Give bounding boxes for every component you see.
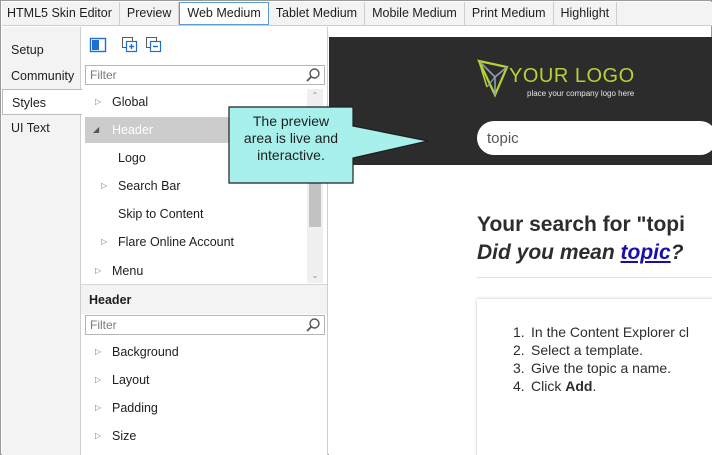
properties-heading: Header xyxy=(81,284,327,314)
tree-item-flare-online-account[interactable]: ▷ Flare Online Account xyxy=(85,229,307,255)
list-item: 1. In the Content Explorer cl xyxy=(513,324,689,340)
collapse-arrow-icon[interactable]: ◢ xyxy=(93,117,99,143)
tab-preview[interactable]: Preview xyxy=(120,2,180,25)
expand-arrow-icon[interactable]: ▷ xyxy=(101,173,107,199)
toggle-panel-icon[interactable] xyxy=(89,36,107,54)
skin-editor-window: HTML5 Skin Editor Preview Web Medium Tab… xyxy=(0,0,712,455)
styles-toolbar xyxy=(81,27,327,63)
preview-search-input[interactable] xyxy=(477,121,697,155)
side-tab-community[interactable]: Community xyxy=(2,63,80,89)
copy-style-icon[interactable] xyxy=(145,36,163,54)
expand-arrow-icon[interactable]: ▷ xyxy=(95,339,101,365)
styles-filter[interactable] xyxy=(85,65,325,85)
side-tab-ui-text[interactable]: UI Text xyxy=(2,115,80,141)
expand-arrow-icon[interactable]: ▷ xyxy=(95,395,101,421)
search-result-card[interactable]: 1. In the Content Explorer cl 2. Select a … xyxy=(477,299,712,455)
side-tab-styles[interactable]: Styles xyxy=(2,89,82,115)
search-icon[interactable] xyxy=(305,67,321,83)
did-you-mean-link[interactable]: topic xyxy=(621,241,671,264)
expand-arrow-icon[interactable]: ▷ xyxy=(95,423,101,449)
tree-item-menu[interactable]: ▷ Menu xyxy=(85,258,307,283)
expand-arrow-icon[interactable]: ▷ xyxy=(95,258,101,283)
list-item: 4. Click Add. xyxy=(513,378,597,394)
scroll-up-icon[interactable]: ⌃ xyxy=(307,89,323,103)
tab-html5-skin-editor[interactable]: HTML5 Skin Editor xyxy=(2,2,120,25)
add-style-icon[interactable] xyxy=(121,36,139,54)
tab-tablet-medium[interactable]: Tablet Medium xyxy=(269,2,366,25)
property-padding[interactable]: ▷ Padding xyxy=(85,395,307,421)
property-layout[interactable]: ▷ Layout xyxy=(85,367,307,393)
side-tab-bar: Setup Community Styles UI Text xyxy=(2,27,82,455)
divider xyxy=(477,277,712,278)
properties-filter[interactable] xyxy=(85,315,325,335)
property-size[interactable]: ▷ Size xyxy=(85,423,307,449)
tab-mobile-medium[interactable]: Mobile Medium xyxy=(365,2,465,25)
did-you-mean: Did you mean topic? xyxy=(477,241,684,265)
tab-highlight[interactable]: Highlight xyxy=(554,2,618,25)
styles-panel: ▷ Global ◢ Header Logo ▷ Search Bar Skip… xyxy=(81,27,328,455)
logo-subtext: place your company logo here xyxy=(527,89,635,98)
live-preview-area[interactable]: YOUR LOGO place your company logo here Y… xyxy=(329,37,712,455)
expand-arrow-icon[interactable]: ▷ xyxy=(95,89,101,115)
property-background[interactable]: ▷ Background xyxy=(85,339,307,365)
logo-text: YOUR LOGO xyxy=(509,65,635,87)
expand-arrow-icon[interactable]: ▷ xyxy=(95,367,101,393)
list-item: 2. Select a template. xyxy=(513,342,644,358)
styles-filter-input[interactable] xyxy=(86,66,296,84)
did-you-mean-prefix: Did you mean xyxy=(477,241,621,264)
did-you-mean-suffix: ? xyxy=(670,241,684,264)
scroll-down-icon[interactable]: ⌄ xyxy=(307,269,323,283)
search-icon[interactable] xyxy=(305,317,321,333)
preview-callout: The preview area is live and interactive… xyxy=(228,106,429,184)
tab-print-medium[interactable]: Print Medium xyxy=(465,2,554,25)
preview-search-bar[interactable] xyxy=(477,121,712,155)
search-result-heading: Your search for "topi xyxy=(477,213,685,236)
editor-tab-bar: HTML5 Skin Editor Preview Web Medium Tab… xyxy=(2,2,712,26)
logo-mark-icon xyxy=(475,57,511,99)
callout-text: The preview area is live and interactive… xyxy=(243,113,339,163)
list-item: 3. Give the topic a name. xyxy=(513,360,672,376)
properties-filter-input[interactable] xyxy=(86,316,296,334)
steps-list: 1. In the Content Explorer cl 2. Select a … xyxy=(513,323,689,395)
expand-arrow-icon[interactable]: ▷ xyxy=(101,229,107,255)
tab-web-medium[interactable]: Web Medium xyxy=(179,2,269,25)
side-tab-setup[interactable]: Setup xyxy=(2,37,80,63)
tree-item-skip-to-content[interactable]: Skip to Content xyxy=(85,201,307,227)
